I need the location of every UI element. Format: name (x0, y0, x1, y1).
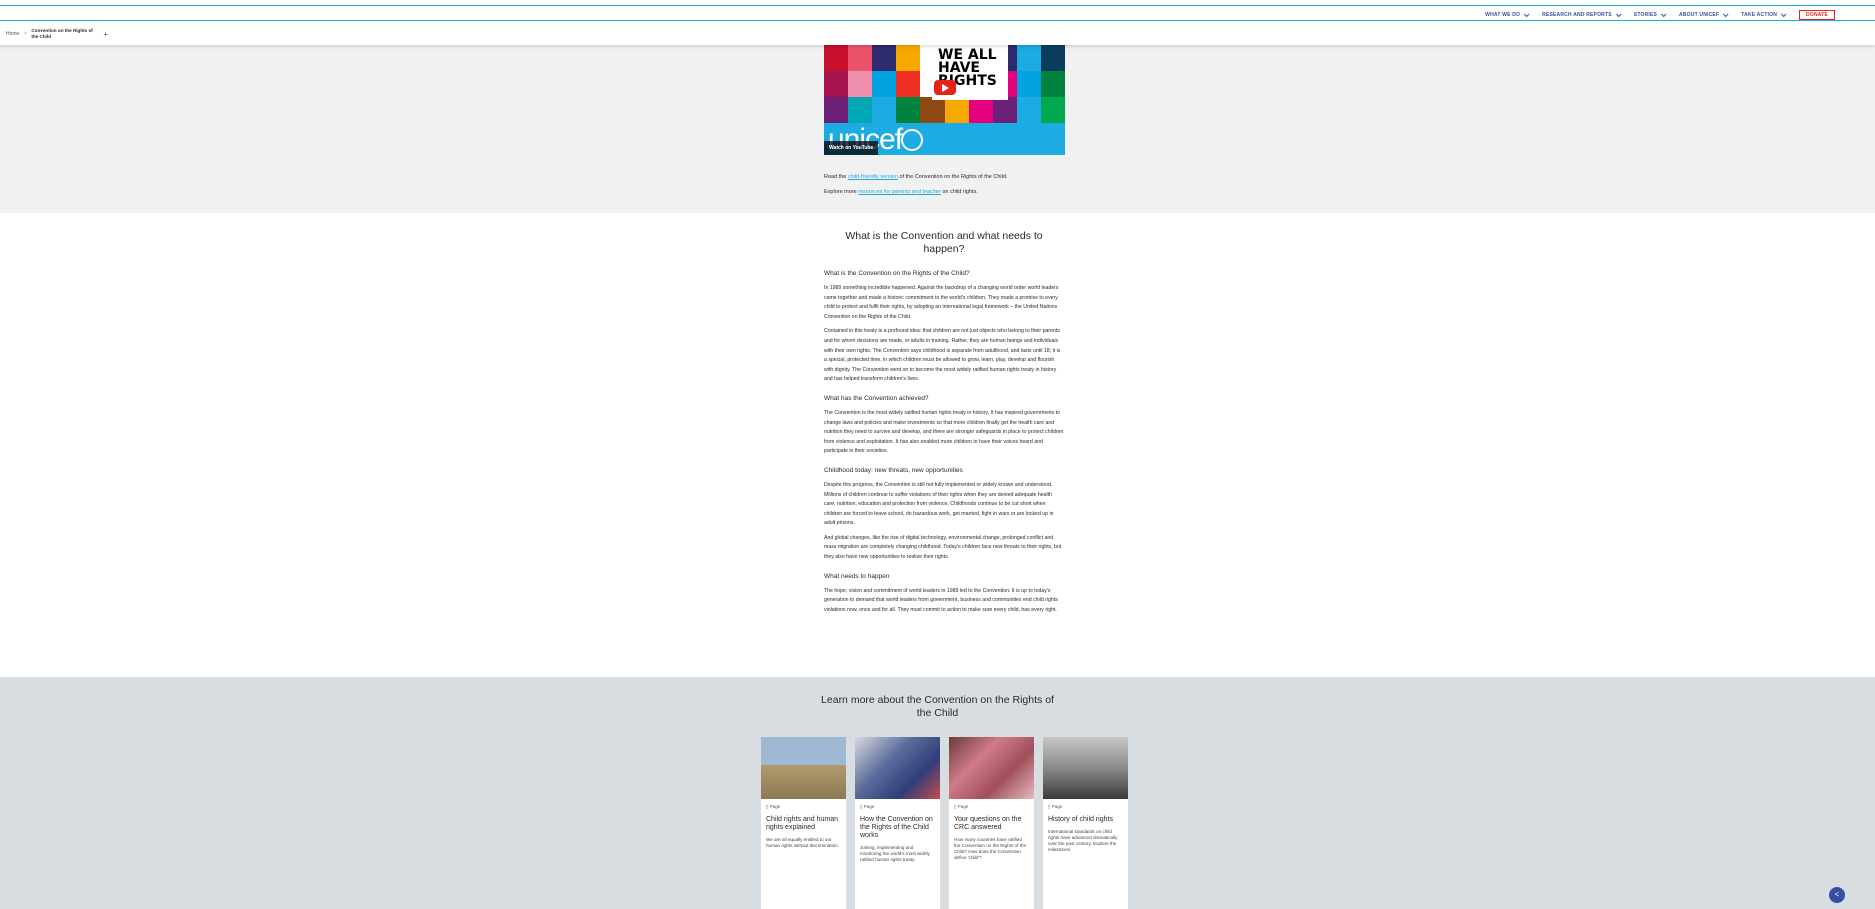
breadcrumb-expand-icon[interactable]: + (103, 30, 108, 39)
mosaic-tile (824, 71, 849, 97)
chevron-down-icon (1780, 11, 1787, 18)
card-description: How many countries have ratified the Con… (954, 837, 1027, 860)
nav-research-and-reports[interactable]: RESEARCH AND REPORTS (1542, 11, 1622, 18)
mosaic-tile (848, 45, 873, 71)
breadcrumb-home-link[interactable]: Home (6, 31, 19, 37)
article-body: What is the Convention and what needs to… (824, 230, 1064, 620)
mosaic-tile (992, 97, 1017, 123)
card-child-rights-explained[interactable]: ▯ Page Child rights and human rights exp… (761, 737, 846, 909)
resources-link[interactable]: resources for parents and teacher (858, 189, 941, 195)
card-description: Joining, implementing and monitoring the… (860, 845, 930, 862)
page-type-label: ▯ Page (1048, 804, 1063, 809)
card-description: International standards on child rights … (1048, 829, 1118, 852)
share-icon[interactable]: < (1829, 887, 1845, 903)
card-image (855, 737, 940, 799)
card-title[interactable]: History of child rights (1048, 816, 1123, 824)
mosaic-tile (1040, 45, 1065, 71)
card-how-convention-works[interactable]: ▯ Page How the Convention on the Rights … (855, 737, 940, 909)
mosaic-tile (896, 97, 921, 123)
main-nav: WHAT WE DO RESEARCH AND REPORTS STORIES … (1485, 10, 1835, 20)
page-type-label: ▯ Page (954, 804, 969, 809)
youtube-icon: YouTube (852, 145, 874, 151)
paragraph: In 1989 something incredible happened. A… (824, 285, 1059, 320)
chevron-down-icon (1524, 11, 1530, 18)
paragraph: And global changes, like the rise of dig… (824, 534, 1062, 561)
chevron-down-icon (1723, 11, 1729, 18)
mosaic-tile (872, 97, 897, 123)
mosaic-tile (824, 45, 849, 71)
card-description: We are all equally entitled to our human… (766, 837, 840, 848)
card-title[interactable]: Your questions on the CRC answered (954, 816, 1029, 832)
play-icon[interactable] (934, 80, 956, 95)
mosaic-tile (920, 97, 945, 123)
paragraph: The Convention is the most widely ratifi… (824, 409, 1064, 455)
mosaic-tile (848, 71, 873, 97)
learn-more-section: Learn more about the Convention on the R… (0, 677, 1875, 909)
card-crc-questions[interactable]: ▯ Page Your questions on the CRC answere… (949, 737, 1034, 909)
donate-button[interactable]: DONATE (1799, 10, 1835, 20)
card-image (1043, 737, 1128, 799)
breadcrumb-separator: › (24, 31, 27, 37)
section-heading: What has the Convention achieved? (824, 394, 929, 402)
child-friendly-version-link[interactable]: child-friendly version (848, 174, 898, 180)
nav-what-we-do[interactable]: WHAT WE DO (1485, 11, 1530, 18)
mosaic-tile (872, 45, 897, 71)
mosaic-tile (848, 97, 873, 123)
paragraph: Contained in this treaty is a profound i… (824, 328, 1061, 383)
mosaic-tile (896, 71, 921, 97)
mosaic-tile (896, 45, 921, 71)
nav-take-action[interactable]: TAKE ACTION (1741, 11, 1787, 18)
section-heading: What needs to happen (824, 572, 890, 580)
child-friendly-version-note: Read the child-friendly version of the C… (824, 174, 1008, 180)
chevron-down-icon (1660, 11, 1667, 18)
related-cards: ▯ Page Child rights and human rights exp… (761, 737, 1128, 909)
nav-about-unicef[interactable]: ABOUT UNICEF (1679, 11, 1729, 18)
learn-more-title: Learn more about the Convention on the R… (821, 694, 1054, 719)
mosaic-tile (1040, 71, 1065, 97)
mosaic-tile (872, 71, 897, 97)
mosaic-tile (1016, 45, 1041, 71)
chevron-down-icon (1615, 11, 1622, 18)
mosaic-tile (1040, 97, 1065, 123)
mosaic-tile (944, 97, 969, 123)
unicef-globe-icon (901, 129, 923, 151)
card-title[interactable]: How the Convention on the Rights of the … (860, 816, 935, 840)
resources-note: Explore more resources for parents and t… (824, 189, 978, 195)
top-accent-line (0, 5, 1875, 6)
video-player[interactable]: WE ALL HAVE RIGHTS unicef Watch on YouTu… (824, 45, 1065, 155)
card-history-of-child-rights[interactable]: ▯ Page History of child rights Internati… (1043, 737, 1128, 909)
page-type-label: ▯ Page (860, 804, 875, 809)
breadcrumb-current-page: Convention on the Rights of the Child (31, 28, 93, 39)
paragraph: Despite this progress, the Convention is… (824, 481, 1054, 527)
nav-stories[interactable]: STORIES (1634, 11, 1667, 18)
article-title: What is the Convention and what needs to… (845, 230, 1043, 255)
breadcrumb: Home › Convention on the Rights of the C… (0, 23, 1875, 45)
paragraph: The hope, vision and commitment of world… (824, 587, 1058, 613)
watch-on-youtube-button[interactable]: Watch on YouTube (824, 141, 879, 155)
main-navigation-bar: WHAT WE DO RESEARCH AND REPORTS STORIES … (0, 7, 1875, 21)
card-title[interactable]: Child rights and human rights explained (766, 816, 841, 832)
mosaic-tile (1016, 97, 1041, 123)
mosaic-tile (968, 97, 993, 123)
section-heading: Childhood today: new threats, new opport… (824, 466, 963, 474)
section-heading: What is the Convention on the Rights of … (824, 270, 970, 277)
card-image (949, 737, 1034, 799)
page-type-label: ▯ Page (766, 804, 781, 809)
card-image (761, 737, 846, 799)
mosaic-tile (824, 97, 849, 123)
mosaic-tile (1016, 71, 1041, 97)
